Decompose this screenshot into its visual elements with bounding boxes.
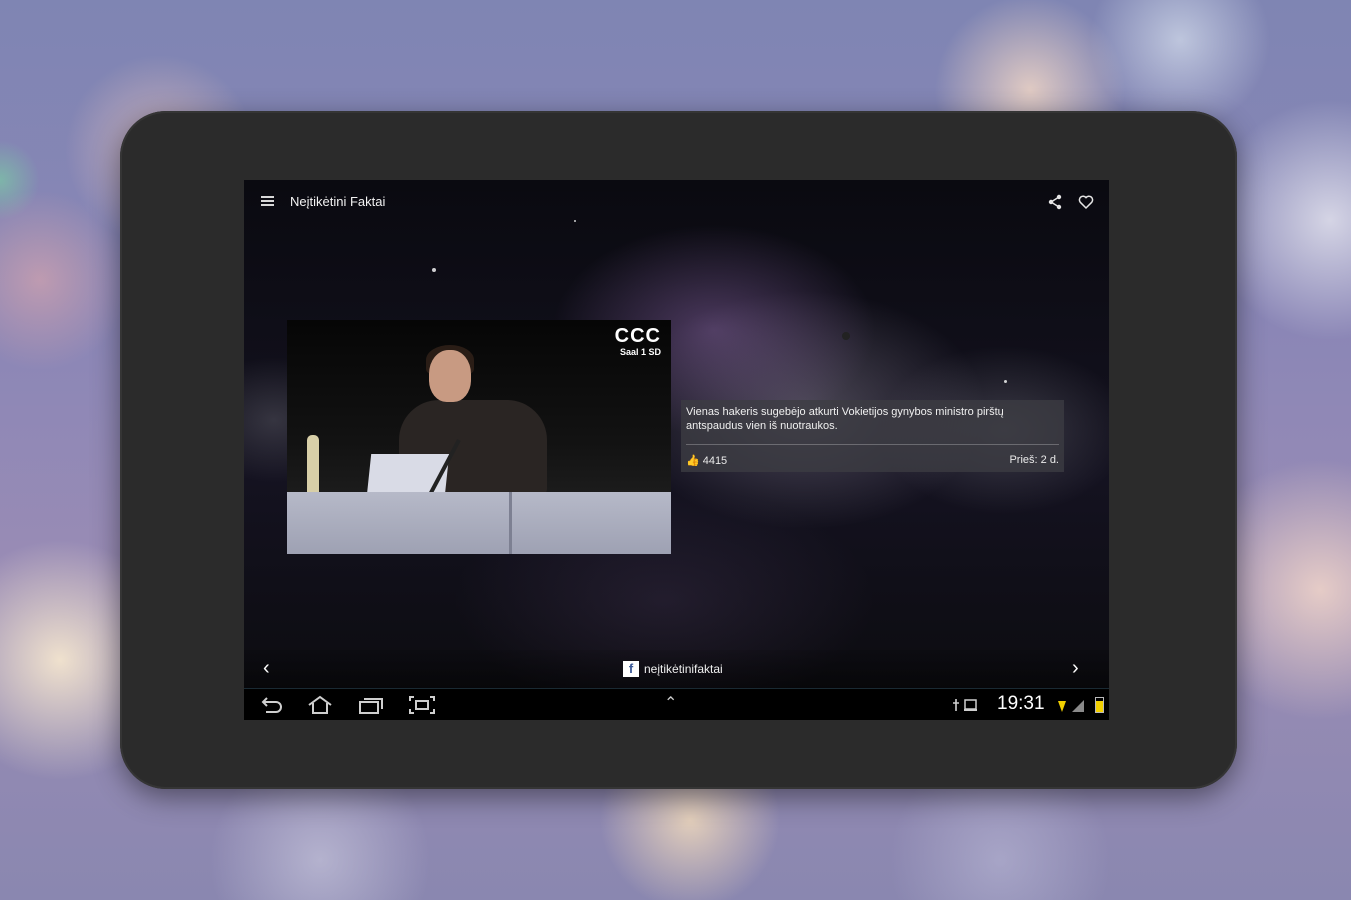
status-clock: 19:31: [997, 693, 1045, 714]
chevron-left-icon[interactable]: ‹: [263, 658, 270, 678]
post-thumbnail[interactable]: CCC Saal 1 SD: [287, 320, 671, 554]
device-screen: Neįtikėtini Faktai CCC Saal 1 SD Vienas …: [244, 180, 1109, 720]
info-divider: [686, 444, 1059, 445]
thumbnail-bottle: [307, 435, 319, 495]
usb-debug-status-icon: [953, 699, 977, 711]
facebook-icon: f: [623, 661, 639, 677]
pager-bar: ‹ f neįtikėtinifaktai ›: [244, 650, 1109, 688]
home-icon[interactable]: [306, 694, 334, 716]
post-headline: Vienas hakeris sugebėjo atkurti Vokietij…: [686, 406, 1004, 432]
app-title: Neįtikėtini Faktai: [290, 194, 386, 209]
hamburger-menu-icon[interactable]: [261, 196, 274, 206]
star: [842, 332, 850, 340]
thumbnail-desk: [287, 492, 671, 554]
system-navigation-bar: ⌃ 19:31: [244, 688, 1109, 720]
thumbs-up-icon: 👍: [686, 455, 700, 467]
posted-time: Prieš: 2 d.: [1009, 454, 1059, 466]
post-info-box[interactable]: Vienas hakeris sugebėjo atkurti Vokietij…: [681, 400, 1064, 472]
share-icon[interactable]: [1047, 194, 1063, 210]
chevron-right-icon[interactable]: ›: [1072, 658, 1079, 678]
back-icon[interactable]: [258, 694, 286, 716]
channel-logo-mark: CCC: [614, 325, 661, 347]
page-name[interactable]: neįtikėtinifaktai: [644, 662, 723, 676]
likes-value: 4415: [702, 455, 728, 467]
channel-logo-subtitle: Saal 1 SD: [619, 347, 661, 357]
star: [1004, 380, 1007, 383]
screenshot-icon[interactable]: [408, 694, 436, 716]
thumbnail-person-head: [429, 350, 471, 402]
chevron-up-icon[interactable]: ⌃: [664, 693, 677, 713]
likes-count: 👍 4415: [686, 454, 727, 467]
star: [432, 268, 436, 272]
wifi-signal-icon: [1058, 700, 1084, 712]
recent-apps-icon[interactable]: [357, 694, 385, 716]
thumbnail-desk-divider: [509, 492, 512, 554]
channel-logo: CCC Saal 1 SD: [615, 326, 661, 358]
action-bar: Neįtikėtini Faktai: [244, 180, 1109, 224]
heart-icon[interactable]: [1078, 194, 1094, 210]
battery-icon: [1095, 697, 1104, 713]
